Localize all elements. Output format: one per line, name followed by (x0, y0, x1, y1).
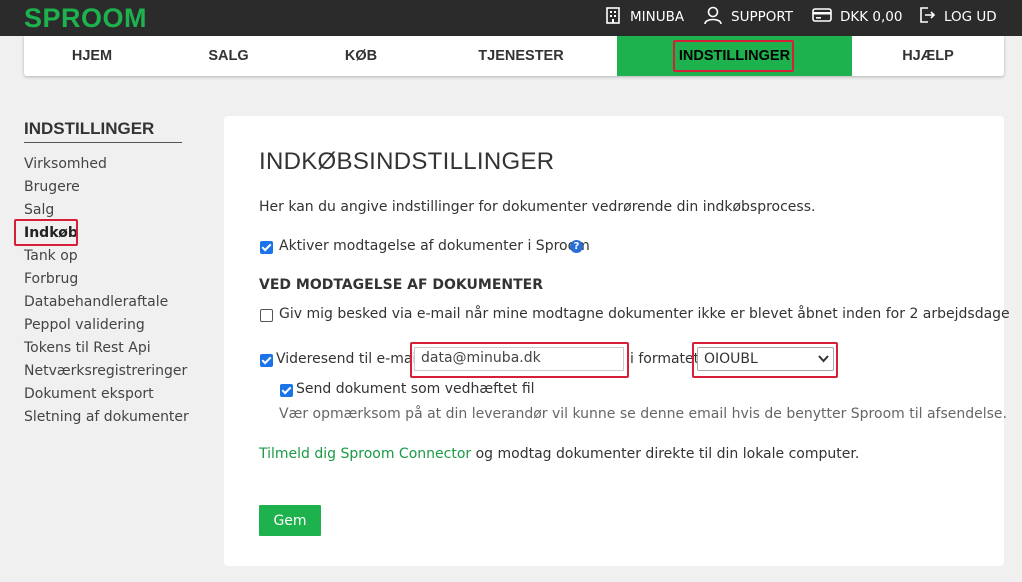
sidebar-item-forbrug[interactable]: Forbrug (24, 271, 78, 287)
sidebar-item-tank-op[interactable]: Tank op (24, 248, 78, 264)
highlight-email-input (410, 342, 629, 378)
section-heading: VED MODTAGELSE AF DOKUMENTER (259, 277, 544, 293)
tab-tjenester[interactable]: TJENESTER (425, 36, 617, 76)
attach-label: Send dokument som vedhæftet fil (296, 381, 535, 397)
notify-label: Giv mig besked via e-mail når mine modta… (279, 306, 1010, 322)
sidebar-item-dokument-eksport[interactable]: Dokument eksport (24, 386, 154, 402)
forward-checkbox[interactable] (260, 354, 273, 367)
user-icon (703, 5, 731, 29)
sidebar-item-databehandleraftale[interactable]: Databehandleraftale (24, 294, 168, 310)
highlight-format-select (692, 342, 838, 378)
connector-link[interactable]: Tilmeld dig Sproom Connector (259, 446, 471, 462)
activate-checkbox[interactable] (260, 241, 273, 254)
highlight-tab-indstillinger (673, 40, 794, 72)
logout-button[interactable]: LOG UD (918, 0, 997, 34)
balance-menu[interactable]: DKK 0,00 (812, 0, 902, 34)
attach-note: Vær opmærksom på at din leverandør vil k… (279, 406, 1007, 422)
page-title: INDKØBSINDSTILLINGER (259, 148, 555, 175)
help-icon[interactable]: ? (570, 240, 583, 253)
balance-label: DKK 0,00 (840, 9, 903, 25)
sidebar-title: INDSTILLINGER (24, 119, 155, 138)
settings-card (224, 116, 1004, 566)
connector-line: Tilmeld dig Sproom Connector og modtag d… (259, 446, 859, 462)
logout-icon (918, 6, 944, 28)
tab-kob[interactable]: KØB (297, 36, 425, 76)
tab-hjem[interactable]: HJEM (24, 36, 160, 76)
support-menu[interactable]: SUPPORT (703, 0, 793, 34)
attach-checkbox[interactable] (280, 384, 293, 397)
tab-hjaelp[interactable]: HJÆLP (852, 36, 1004, 76)
connector-text: og modtag dokumenter direkte til din lok… (475, 446, 860, 462)
sidebar-item-salg[interactable]: Salg (24, 202, 54, 218)
support-label: SUPPORT (731, 9, 794, 25)
main-nav: HJEM SALG KØB TJENESTER INDSTILLINGER HJ… (24, 36, 1004, 76)
sidebar-item-virksomhed[interactable]: Virksomhed (24, 156, 107, 172)
sidebar-item-tokens[interactable]: Tokens til Rest Api (24, 340, 151, 356)
top-bar: SPROOM MINUBA SUPPORT DKK 0,00 LOG UD (0, 0, 1022, 36)
format-label: i formatet (630, 351, 700, 367)
highlight-sidebar-indkob (14, 219, 78, 246)
sidebar-divider (24, 142, 182, 143)
logout-label: LOG UD (944, 9, 997, 25)
forward-label: Videresend til e-mail (276, 351, 421, 367)
sidebar-item-sletning[interactable]: Sletning af dokumenter (24, 409, 189, 425)
tab-salg[interactable]: SALG (160, 36, 297, 76)
save-button[interactable]: Gem (259, 505, 321, 536)
building-icon (604, 6, 630, 28)
notify-checkbox[interactable] (260, 309, 273, 322)
sidebar-item-brugere[interactable]: Brugere (24, 179, 80, 195)
company-menu[interactable]: MINUBA (604, 0, 684, 34)
intro-text: Her kan du angive indstillinger for doku… (259, 199, 816, 215)
sidebar-item-peppol-validering[interactable]: Peppol validering (24, 317, 145, 333)
sidebar-item-netvaerksregistreringer[interactable]: Netværksregistreringer (24, 363, 187, 379)
activate-label: Aktiver modtagelse af dokumenter i Sproo… (279, 238, 590, 254)
sproom-logo[interactable]: SPROOM (24, 3, 147, 34)
company-label: MINUBA (630, 9, 685, 25)
credit-card-icon (812, 7, 840, 27)
